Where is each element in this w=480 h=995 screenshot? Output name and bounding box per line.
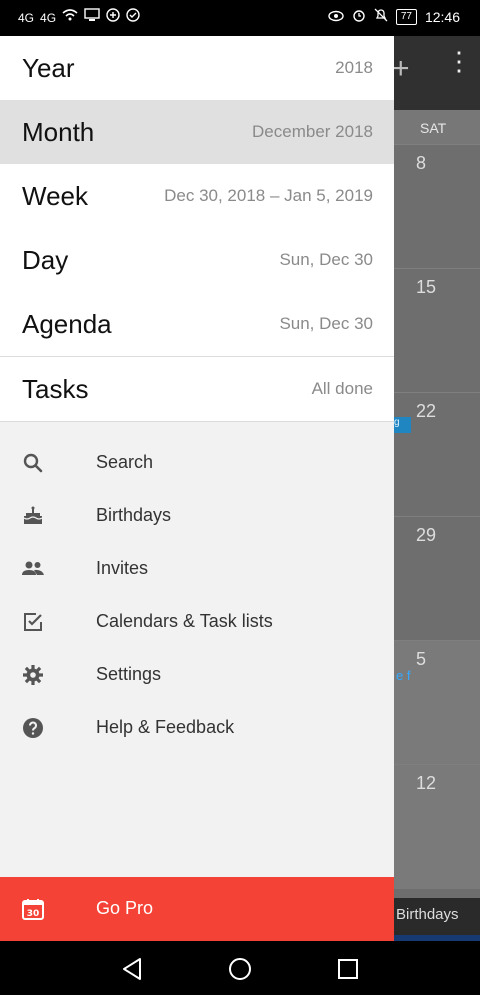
system-navigation-bar [0,941,480,995]
view-value: December 2018 [252,122,373,141]
status-bar: 4G 4G 77 12:46 [0,0,480,36]
calendar-cell[interactable]: 22 [394,392,480,517]
calendar-date: 22 [416,401,437,421]
view-label: Year [22,53,75,83]
menu-item-search[interactable]: Search [0,434,394,487]
battery-indicator: 77 [395,8,417,25]
view-year[interactable]: Year 2018 [0,36,394,100]
view-label: Agenda [22,309,112,339]
menu-item-label: Help & Feedback [96,717,235,737]
menu-item-label: Settings [96,664,162,684]
menu-item-birthdays[interactable]: Birthdays [0,487,394,540]
mute-icon [374,8,388,25]
calendar-cell[interactable]: 5 [394,640,480,765]
view-value: Dec 30, 2018 – Jan 5, 2019 [164,186,373,205]
menu-item-label: Search [96,452,154,472]
calendar-date: 8 [416,153,427,173]
calendar-cell[interactable]: 12 [394,764,480,889]
menu-item-invites[interactable]: Invites [0,540,394,593]
alarm-icon [352,8,366,25]
view-value: All done [311,379,373,398]
birthdays-label: Birthdays [396,906,459,923]
menu-item-label: Birthdays [96,505,172,525]
help-icon [21,716,45,740]
calendar-cell[interactable]: 29 [394,516,480,641]
status-time: 12:46 [424,8,460,25]
signal-4g-icon: 4G [40,10,57,25]
menu-item-label: Invites [96,558,149,578]
go-pro-label: Go Pro [96,898,154,918]
view-month[interactable]: Month December 2018 [0,100,394,164]
birthday-cake-icon [21,504,45,528]
view-week[interactable]: Week Dec 30, 2018 – Jan 5, 2019 [0,164,394,228]
calendar-date: 29 [416,525,437,545]
calendar-event[interactable]: g [394,417,411,433]
view-value: 2018 [335,58,373,77]
menu-item-settings[interactable]: Settings [0,646,394,699]
calendar-date: 15 [416,277,437,297]
view-value: Sun, Dec 30 [279,250,373,269]
calendar-cell[interactable]: 8 [394,144,480,269]
calendar-date: 5 [416,649,427,669]
view-label: Day [22,245,69,275]
checklist-icon [21,610,45,634]
view-label: Month [22,117,95,147]
calendar-event-link[interactable]: e f [396,668,410,683]
recents-icon[interactable] [334,955,362,983]
calendar-30-icon: 30 [21,897,45,921]
back-icon[interactable] [118,955,146,983]
view-label: Tasks [22,374,89,404]
day-header-label: SAT [420,120,447,136]
view-label: Week [22,181,88,211]
screen-icon [84,8,100,27]
check-icon [126,8,140,27]
drawer-menu: Search Birthdays Invites Calendars & Tas… [0,422,394,877]
menu-item-help-feedback[interactable]: Help & Feedback [0,699,394,752]
view-value: Sun, Dec 30 [279,314,373,333]
calendar-date: 12 [416,773,437,793]
wifi-icon [62,8,78,27]
view-tasks[interactable]: Tasks All done [0,357,394,421]
view-day[interactable]: Day Sun, Dec 30 [0,228,394,292]
day-header-saturday: SAT [394,110,480,144]
navigation-drawer: Year 2018 Month December 2018 Week Dec 3… [0,36,394,941]
app-icon [106,8,120,27]
gear-icon [21,663,45,687]
eye-icon [328,9,344,25]
go-pro-button[interactable]: 30 Go Pro [0,877,394,941]
search-icon [21,451,45,475]
birthdays-bar[interactable]: Birthdays [394,898,480,941]
menu-item-calendars-task-lists[interactable]: Calendars & Task lists [0,593,394,646]
home-icon[interactable] [226,955,254,983]
more-options-icon[interactable]: ⋮ [446,48,472,74]
svg-text:30: 30 [27,909,40,919]
view-agenda[interactable]: Agenda Sun, Dec 30 [0,292,394,356]
signal-4g-icon: 4G [18,10,35,25]
add-icon[interactable]: + [392,52,410,86]
calendar-cell[interactable]: 15 [394,268,480,393]
menu-item-label: Calendars & Task lists [96,611,273,631]
people-icon [21,557,45,581]
